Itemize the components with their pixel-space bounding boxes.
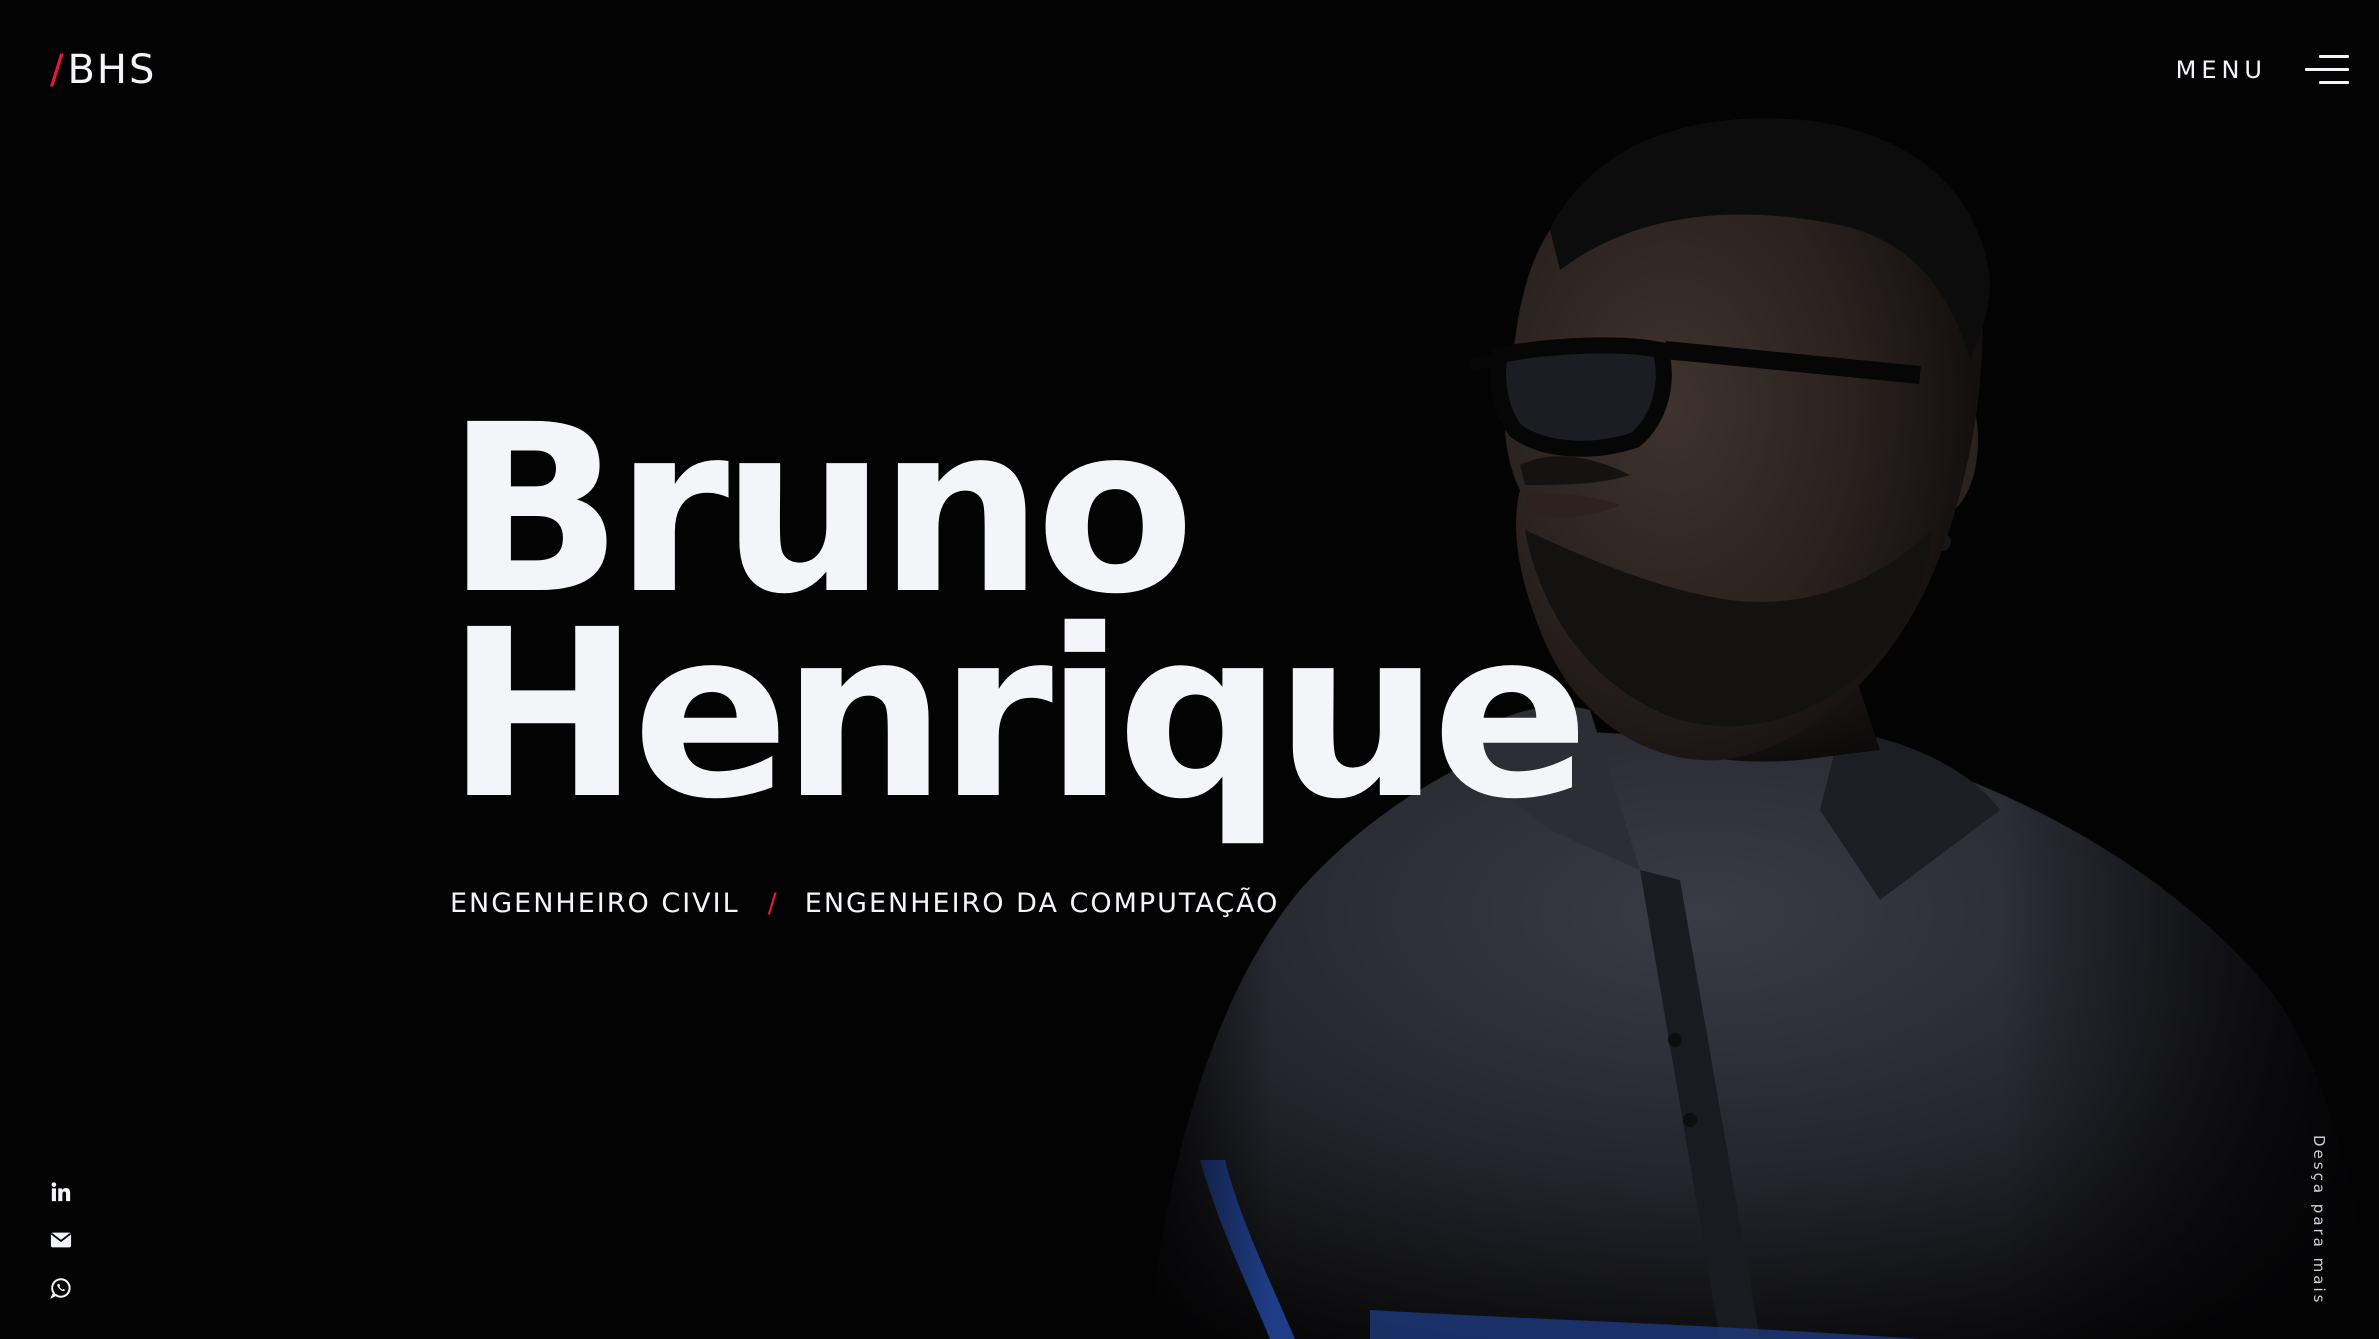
whatsapp-link[interactable] <box>48 1276 74 1300</box>
email-link[interactable] <box>48 1228 74 1252</box>
logo[interactable]: /BHS <box>50 40 156 100</box>
hamburger-icon <box>2305 55 2349 85</box>
logo-text: BHS <box>67 47 157 93</box>
role-separator: / <box>767 888 779 919</box>
linkedin-link[interactable] <box>48 1180 74 1204</box>
roles: ENGENHEIRO CIVIL / ENGENHEIRO DA COMPUTA… <box>450 888 1279 919</box>
whatsapp-icon <box>50 1278 71 1299</box>
menu-label: MENU <box>2175 56 2267 84</box>
scroll-hint: Desça para mais <box>2310 1135 2328 1306</box>
hero-name: Bruno Henrique <box>446 394 1589 850</box>
last-name: Henrique <box>446 580 1589 850</box>
linkedin-icon <box>51 1182 71 1202</box>
envelope-icon <box>50 1232 72 1248</box>
social-links <box>48 1180 74 1300</box>
menu-button[interactable]: MENU <box>2176 44 2349 96</box>
hero-section: /BHS MENU Bruno Henrique ENGENHEIRO CIVI… <box>0 0 2379 1339</box>
role-civil: ENGENHEIRO CIVIL <box>450 888 740 919</box>
logo-slash: / <box>50 47 66 93</box>
role-computer: ENGENHEIRO DA COMPUTAÇÃO <box>804 888 1280 919</box>
